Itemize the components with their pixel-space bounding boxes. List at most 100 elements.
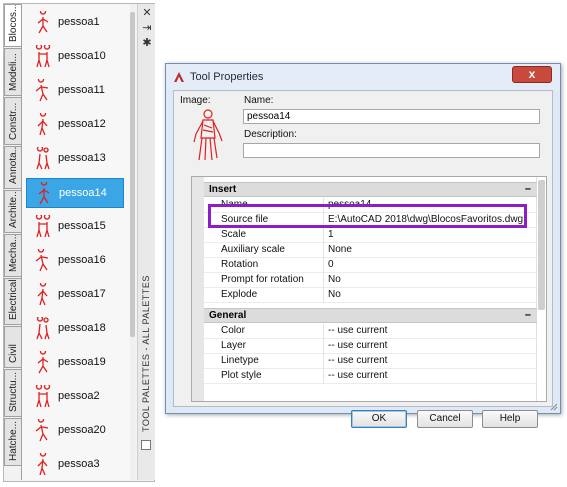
- palette-tool-pessoa3[interactable]: pessoa3: [26, 450, 126, 480]
- scrollbar-thumb[interactable]: [130, 12, 135, 337]
- autohide-icon[interactable]: ⇥: [141, 22, 153, 34]
- palette-tool-pessoa2[interactable]: pessoa2: [26, 382, 126, 412]
- autocad-logo-icon: [174, 72, 184, 82]
- palette-tool-pessoa13[interactable]: pessoa13: [26, 144, 126, 174]
- tab-annotation[interactable]: Annota...: [4, 146, 21, 189]
- palette-tool-label: pessoa13: [58, 152, 106, 164]
- source-file-highlight: [208, 204, 527, 228]
- close-icon[interactable]: ✕: [141, 7, 153, 19]
- block-thumbnail-icon: [38, 182, 50, 205]
- palette-tool-pessoa12[interactable]: pessoa12: [26, 110, 126, 140]
- property-row-linetype[interactable]: Linetype -- use current: [204, 354, 537, 369]
- block-thumbnail-icon: [36, 147, 50, 170]
- property-row-color[interactable]: Color -- use current: [204, 324, 537, 339]
- tab-mechanical[interactable]: Mecha...: [4, 234, 21, 277]
- palette-tool-pessoa1[interactable]: pessoa1: [26, 8, 126, 38]
- tab-structural[interactable]: Structu...: [4, 369, 21, 417]
- block-thumbnail-icon: [35, 385, 51, 408]
- palette-tool-pessoa16[interactable]: pessoa16: [26, 246, 126, 276]
- resize-grip-icon[interactable]: [550, 403, 558, 411]
- grid-gutter: [192, 177, 204, 401]
- section-header-insert[interactable]: Insert –: [204, 182, 537, 197]
- palette-tool-label: pessoa18: [58, 322, 106, 334]
- palette-tool-pessoa19[interactable]: pessoa19: [26, 348, 126, 378]
- palette-tool-label: pessoa2: [58, 390, 100, 402]
- tab-label: Structu...: [8, 371, 19, 412]
- palette-tool-pessoa14[interactable]: pessoa14: [26, 178, 124, 208]
- property-value[interactable]: 1: [328, 229, 334, 240]
- dialog-titlebar[interactable]: Tool Properties x: [166, 64, 560, 90]
- palette-menu-icon[interactable]: [141, 440, 151, 450]
- tab-electrical[interactable]: Electrical: [4, 278, 21, 325]
- palette-tool-label: pessoa11: [58, 84, 105, 96]
- collapse-icon[interactable]: –: [525, 309, 531, 322]
- column-divider: [323, 369, 324, 384]
- tab-blocos[interactable]: Blocos...: [4, 4, 21, 47]
- property-row-plot-style[interactable]: Plot style -- use current: [204, 369, 537, 384]
- block-thumbnail-icon: [37, 351, 49, 374]
- column-divider: [323, 354, 324, 369]
- property-row-auxiliary-scale[interactable]: Auxiliary scale None: [204, 243, 537, 258]
- property-name: Rotation: [221, 259, 259, 270]
- tab-hatches[interactable]: Hatche...: [4, 418, 21, 466]
- property-name: Explode: [221, 289, 258, 300]
- property-value[interactable]: -- use current: [328, 325, 387, 336]
- property-row-rotation[interactable]: Rotation 0: [204, 258, 537, 273]
- palette-tool-pessoa15[interactable]: pessoa15: [26, 212, 126, 242]
- description-input[interactable]: [243, 143, 540, 158]
- tab-label: Electrical: [8, 279, 19, 320]
- property-name: Plot style: [221, 370, 262, 381]
- property-value[interactable]: -- use current: [328, 370, 387, 381]
- block-thumbnail-icon: [35, 419, 49, 442]
- palette-tool-pessoa17[interactable]: pessoa17: [26, 280, 126, 310]
- palette-scrollbar[interactable]: [130, 4, 135, 480]
- property-value[interactable]: None: [328, 244, 352, 255]
- property-row-scale[interactable]: Scale 1: [204, 228, 537, 243]
- property-value[interactable]: No: [328, 274, 341, 285]
- palette-tool-pessoa18[interactable]: pessoa18: [26, 314, 126, 344]
- section-header-general[interactable]: General –: [204, 308, 537, 323]
- close-button[interactable]: x: [512, 66, 552, 83]
- property-value[interactable]: -- use current: [328, 340, 387, 351]
- image-label: Image:: [180, 95, 211, 106]
- cancel-button[interactable]: Cancel: [417, 410, 473, 428]
- description-label: Description:: [244, 129, 297, 140]
- palette-tool-label: pessoa19: [58, 356, 106, 368]
- tab-modeling[interactable]: Modeli...: [4, 48, 21, 96]
- property-value[interactable]: -- use current: [328, 355, 387, 366]
- properties-icon[interactable]: ✱: [141, 37, 153, 49]
- palette-tool-pessoa11[interactable]: pessoa11: [26, 76, 126, 106]
- scrollbar-thumb[interactable]: [538, 180, 545, 310]
- tab-label: Archite...: [8, 190, 19, 228]
- palette-tool-pessoa20[interactable]: pessoa20: [26, 416, 126, 446]
- name-input[interactable]: [243, 109, 540, 124]
- palette-tabs: Blocos... Modeli... Constr... Annota... …: [4, 4, 21, 480]
- palette-tool-pessoa10[interactable]: pessoa10: [26, 42, 126, 72]
- block-thumbnail-icon: [35, 215, 51, 238]
- property-value[interactable]: No: [328, 289, 341, 300]
- tab-architectural[interactable]: Archite...: [4, 190, 21, 233]
- property-row-layer[interactable]: Layer -- use current: [204, 339, 537, 354]
- palette-tool-label: pessoa3: [58, 458, 100, 470]
- ok-button[interactable]: OK: [351, 410, 407, 428]
- block-thumbnail-icon: [36, 317, 50, 340]
- help-button[interactable]: Help: [482, 410, 538, 428]
- column-divider: [323, 258, 324, 273]
- palette-tool-label: pessoa16: [58, 254, 106, 266]
- collapse-icon[interactable]: –: [525, 183, 531, 196]
- tool-properties-dialog: Tool Properties x Image: Name: Descripti…: [165, 63, 561, 428]
- tab-constraints[interactable]: Constr...: [4, 97, 21, 145]
- property-row-prompt-for-rotation[interactable]: Prompt for rotation No: [204, 273, 537, 288]
- property-value[interactable]: 0: [328, 259, 334, 270]
- property-name: Scale: [221, 229, 247, 240]
- tab-label: Civil: [8, 344, 19, 363]
- block-thumbnail-icon: [35, 45, 51, 68]
- tab-civil[interactable]: Civil: [4, 326, 21, 368]
- grid-scrollbar[interactable]: [536, 177, 546, 401]
- tab-label: Blocos...: [8, 4, 19, 42]
- palette-titlebar[interactable]: ✕ ⇥ ✱ TOOL PALETTES - ALL PALETTES: [137, 4, 155, 480]
- tab-label: Constr...: [8, 102, 19, 140]
- tab-label: Annota...: [8, 146, 19, 184]
- property-row-explode[interactable]: Explode No: [204, 288, 537, 303]
- property-name: Layer: [221, 340, 247, 351]
